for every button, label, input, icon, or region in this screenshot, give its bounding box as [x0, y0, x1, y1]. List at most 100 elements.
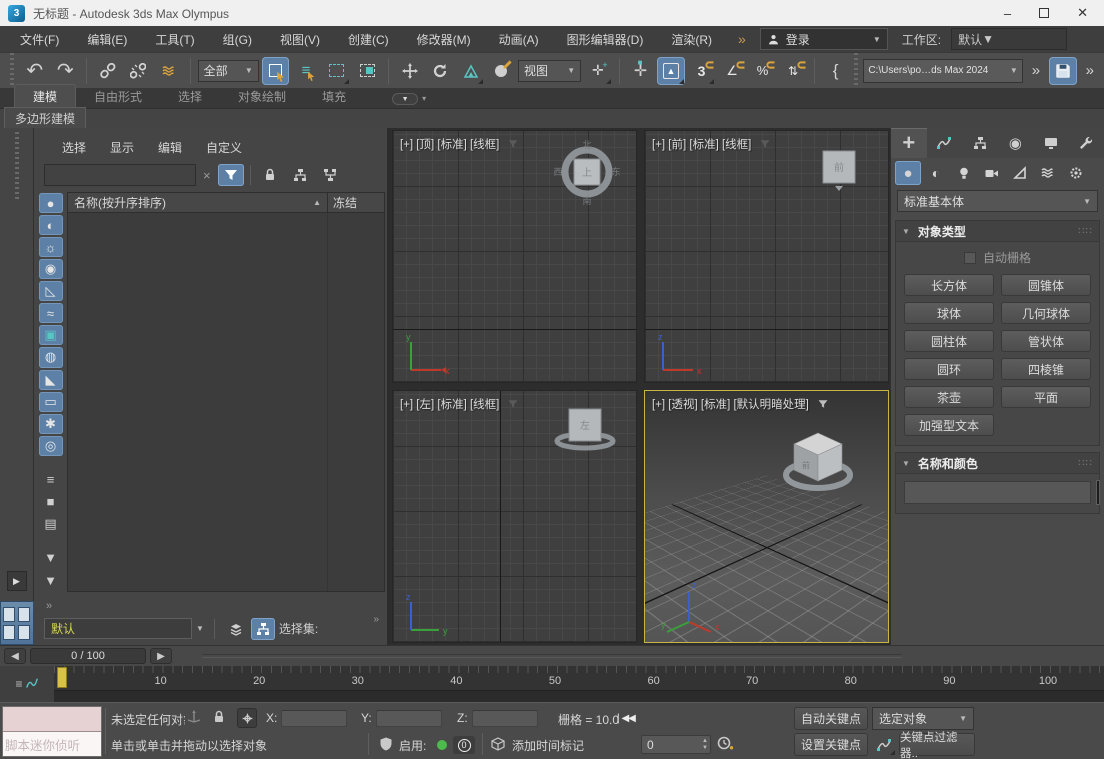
rectangular-selection-region-button[interactable]	[323, 57, 351, 85]
viewport-top[interactable]: [+] [顶] [标准] [线框] 上 北 东 南 西 x	[392, 130, 637, 383]
select-and-scale-button[interactable]	[457, 57, 485, 85]
rollout-drag-handle[interactable]: ∷∷	[1078, 226, 1093, 237]
blank-view-icon[interactable]: ■	[39, 492, 63, 512]
keyboard-override-toggle[interactable]: ✛■	[627, 57, 655, 85]
display-groups-icon[interactable]: ▣	[39, 325, 63, 345]
primitive-button[interactable]: 圆环	[904, 358, 994, 380]
primitive-button[interactable]: 茶壶	[904, 386, 994, 408]
y-coordinate-field[interactable]	[376, 710, 442, 727]
viewport-perspective[interactable]: [+] [透视] [标准] [默认明暗处理] 前 z x	[644, 390, 889, 643]
minimize-button[interactable]: –	[1004, 6, 1011, 21]
current-frame-spinner[interactable]: 0 ▲▼	[641, 735, 711, 754]
detail-view-icon[interactable]: ▤	[39, 514, 63, 534]
geometry-category-button[interactable]: ●	[895, 161, 921, 185]
viewport-front[interactable]: [+] [前] [标准] [线框] 前 x z	[644, 130, 889, 383]
menu-item[interactable]: 视图(V)	[266, 27, 334, 52]
explorer-menu-item[interactable]: 自定义	[196, 137, 252, 158]
display-frozen-icon[interactable]: ✱	[39, 414, 63, 434]
save-file-button[interactable]	[1049, 57, 1077, 85]
menu-item[interactable]: 图形编辑器(D)	[553, 27, 658, 52]
menu-overflow-chevron[interactable]: »	[728, 31, 756, 47]
primitive-button[interactable]: 管状体	[1001, 330, 1091, 352]
object-color-swatch[interactable]	[1097, 481, 1099, 504]
timeline-ruler[interactable]: 0102030405060708090100	[54, 666, 1104, 690]
hierarchy-tab[interactable]	[962, 128, 998, 158]
display-geometry-icon[interactable]: ●	[39, 193, 63, 213]
maximize-button[interactable]	[1039, 8, 1049, 18]
expand-panel-arrow-button[interactable]: ▶	[7, 571, 27, 591]
ribbon-tab[interactable]: 对象绘制	[220, 85, 304, 108]
display-containers-icon[interactable]: ▭	[39, 392, 63, 412]
auto-key-button[interactable]: 自动关键点	[794, 707, 868, 730]
display-helpers-icon[interactable]: ◺	[39, 281, 63, 301]
select-object-button[interactable]	[262, 57, 290, 85]
viewport-front-label[interactable]: [+] [前] [标准] [线框]	[652, 136, 771, 152]
menu-item[interactable]: 渲染(R)	[657, 27, 726, 52]
panel-grip[interactable]	[15, 132, 19, 202]
ribbon-minimize-button[interactable]: ▼	[392, 93, 418, 105]
systems-category-button[interactable]	[1063, 161, 1089, 185]
use-pivot-point-center-button[interactable]: ✛+	[584, 57, 612, 85]
utilities-tab[interactable]	[1069, 128, 1104, 158]
primitive-button[interactable]: 长方体	[904, 274, 994, 296]
viewport-filter-icon[interactable]	[759, 138, 771, 150]
listener-pane[interactable]: 脚本迷你侦听	[3, 732, 101, 756]
primitive-button[interactable]: 球体	[904, 302, 994, 324]
display-bones-icon[interactable]: ◣	[39, 370, 63, 390]
frozen-column-header[interactable]: 冻结	[328, 193, 384, 212]
angle-snap-toggle[interactable]: ∠	[718, 57, 746, 85]
modify-tab[interactable]	[927, 128, 963, 158]
viewcube-top[interactable]: 上 北 东 南 西	[552, 137, 622, 207]
menu-item[interactable]: 组(G)	[209, 27, 266, 52]
undo-button[interactable]: ↶	[21, 57, 49, 85]
primitive-button[interactable]: 四棱锥	[1001, 358, 1091, 380]
ribbon-minimize-flyout-icon[interactable]: ▾	[422, 94, 426, 103]
spinner-arrows-icon[interactable]: ▲▼	[702, 738, 708, 751]
display-lights-icon[interactable]: ☼	[39, 237, 63, 257]
chevron-down-icon[interactable]: ▼	[196, 624, 204, 633]
ribbon-tab[interactable]: 选择	[160, 85, 220, 108]
viewport-perspective-label[interactable]: [+] [透视] [标准] [默认明暗处理]	[652, 396, 829, 412]
menu-item[interactable]: 动画(A)	[485, 27, 553, 52]
primitive-category-dropdown[interactable]: 标准基本体 ▼	[897, 190, 1098, 212]
viewport-filter-icon[interactable]	[507, 138, 519, 150]
time-tag-cube-icon[interactable]	[490, 736, 506, 752]
create-tab[interactable]: +	[891, 128, 927, 158]
select-and-link-icon[interactable]	[94, 57, 122, 85]
menu-item[interactable]: 创建(C)	[334, 27, 403, 52]
previous-frame-button[interactable]: ◀	[4, 648, 26, 664]
viewport-filter-icon[interactable]	[817, 398, 829, 410]
time-configuration-button[interactable]: ●	[716, 735, 732, 751]
degradation-count-badge[interactable]: 0	[453, 736, 475, 754]
project-folder-dropdown[interactable]: C:\Users\po…ds Max 2024 ▼	[863, 59, 1022, 83]
name-column-header[interactable]: 名称(按升序排序) ▲	[68, 193, 328, 212]
layers-icon[interactable]	[225, 618, 247, 640]
percent-snap-toggle[interactable]: %	[749, 57, 777, 85]
close-button[interactable]: ✕	[1077, 5, 1088, 21]
primitive-button[interactable]: 加强型文本	[904, 414, 994, 436]
key-filters-button[interactable]: 关键点过滤器..	[899, 733, 975, 756]
transform-gizmo-icon[interactable]	[186, 709, 202, 725]
menu-item[interactable]: 修改器(M)	[403, 27, 485, 52]
ribbon-tab[interactable]: 自由形式	[76, 85, 160, 108]
display-xrefs-icon[interactable]: ◍	[39, 347, 63, 367]
name-color-rollout-header[interactable]: ▼ 名称和颜色 ∷∷	[895, 452, 1100, 474]
mini-curve-editor-button[interactable]: ≡	[0, 666, 54, 702]
display-hidden-icon[interactable]: ◎	[39, 436, 63, 456]
helpers-category-button[interactable]	[1007, 161, 1033, 185]
list-view-icon[interactable]: ≡	[39, 470, 63, 490]
toolbar-grip[interactable]	[10, 53, 14, 88]
motion-tab[interactable]: ◉	[998, 128, 1034, 158]
next-frame-button[interactable]: ▶	[150, 648, 172, 664]
lock-explorer-icon[interactable]	[257, 164, 283, 186]
viewport-filter-icon[interactable]	[507, 398, 519, 410]
display-shapes-icon[interactable]: ◐	[39, 215, 63, 235]
select-and-move-button[interactable]	[396, 57, 424, 85]
scene-hierarchy-button[interactable]	[251, 618, 275, 640]
viewport-left[interactable]: [+] [左] [标准] [线框] 左 y z	[392, 390, 637, 643]
time-slider-frame-indicator[interactable]: 0 / 100	[30, 648, 146, 664]
rollout-drag-handle[interactable]: ∷∷	[1078, 458, 1093, 469]
toolbar-overflow-chevron[interactable]: »	[1026, 62, 1046, 79]
workspace-dropdown[interactable]: 默认 ▼	[951, 28, 1067, 50]
explorer-object-list[interactable]	[68, 213, 384, 591]
